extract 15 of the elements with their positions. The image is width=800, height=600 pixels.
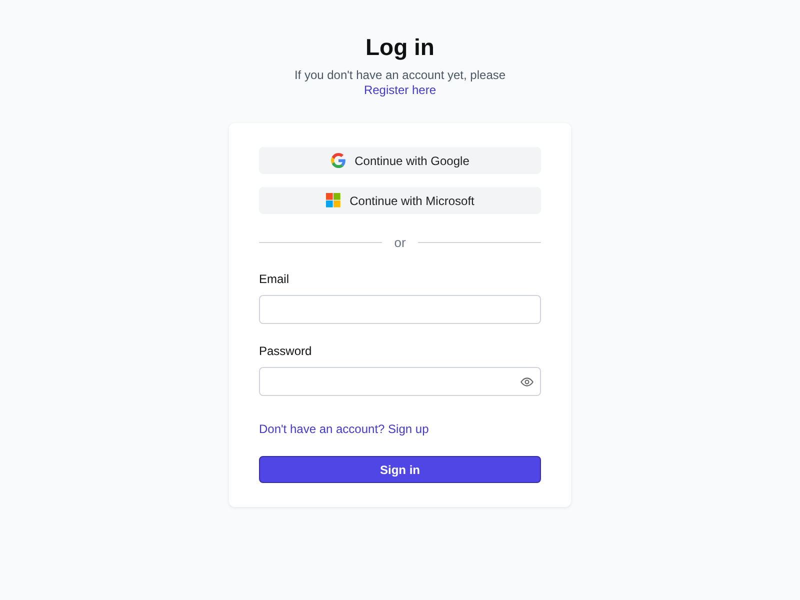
email-field[interactable]: [259, 295, 541, 324]
sign-in-button[interactable]: Sign in: [259, 456, 541, 483]
register-link[interactable]: Register here: [364, 83, 436, 98]
eye-icon[interactable]: [520, 374, 534, 388]
subtitle: If you don't have an account yet, please: [294, 68, 506, 83]
signup-link[interactable]: Don't have an account? Sign up: [259, 422, 541, 436]
provider-button[interactable]: Continue with Microsoft: [259, 187, 541, 214]
field-label: Password: [259, 344, 313, 358]
password-field[interactable]: [259, 367, 541, 396]
windows-logo-icon: [326, 193, 341, 208]
field-label: Email: [259, 272, 290, 286]
google-logo-icon: [330, 153, 346, 168]
divider-label: or: [394, 235, 406, 250]
provider-button[interactable]: Continue with Google: [259, 147, 541, 174]
page-title: Log in: [366, 33, 434, 62]
